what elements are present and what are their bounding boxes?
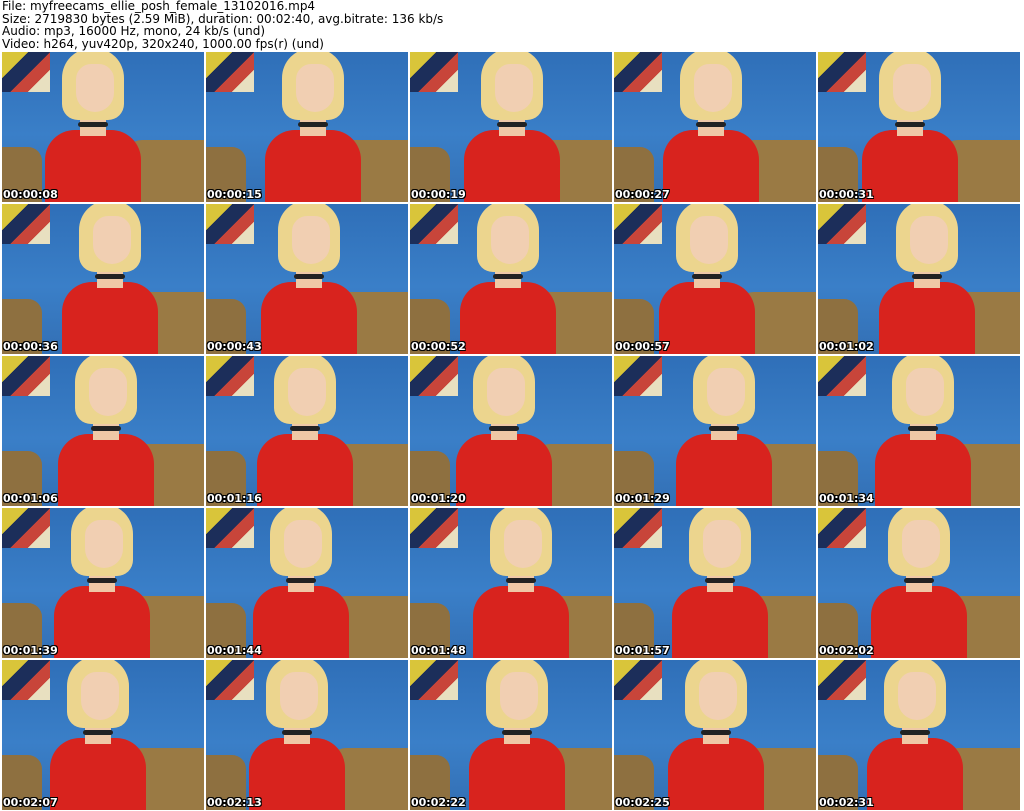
timestamp-label: 00:00:08 — [3, 188, 58, 201]
video-thumbnail[interactable]: 00:01:34 — [818, 356, 1020, 506]
video-thumbnail[interactable]: 00:01:29 — [614, 356, 816, 506]
video-thumbnail[interactable]: 00:02:25 — [614, 660, 816, 810]
timestamp-label: 00:02:22 — [411, 796, 466, 809]
person — [416, 660, 612, 810]
video-info: Video: h264, yuv420p, 320x240, 1000.00 f… — [2, 36, 324, 51]
person — [9, 204, 204, 354]
timestamp-label: 00:01:34 — [819, 492, 874, 505]
video-thumbnail[interactable]: 00:02:31 — [818, 660, 1020, 810]
video-thumbnail[interactable]: 00:00:52 — [410, 204, 612, 354]
timestamp-label: 00:01:57 — [615, 644, 670, 657]
person — [5, 356, 204, 506]
audio-info: Audio: mp3, 16000 Hz, mono, 24 kb/s (und… — [2, 24, 266, 38]
video-thumbnail[interactable]: 00:01:48 — [410, 508, 612, 658]
person — [411, 52, 612, 202]
thumbnail-grid: 00:00:08 00:00:15 00:00:19 00:00:27 00:00:31… — [2, 52, 1020, 810]
person — [623, 356, 816, 506]
video-thumbnail[interactable]: 00:00:27 — [614, 52, 816, 202]
video-thumbnail[interactable]: 00:01:16 — [206, 356, 408, 506]
video-thumbnail[interactable]: 00:00:31 — [818, 52, 1020, 202]
person — [822, 356, 1020, 506]
person — [614, 204, 808, 354]
video-thumbnail[interactable]: 00:00:43 — [206, 204, 408, 354]
timestamp-label: 00:01:02 — [819, 340, 874, 353]
video-thumbnail[interactable]: 00:01:20 — [410, 356, 612, 506]
timestamp-label: 00:02:25 — [615, 796, 670, 809]
person — [818, 508, 1020, 658]
timestamp-label: 00:02:31 — [819, 796, 874, 809]
timestamp-label: 00:00:31 — [819, 188, 874, 201]
timestamp-label: 00:00:52 — [411, 340, 466, 353]
timestamp-label: 00:00:27 — [615, 188, 670, 201]
video-thumbnail[interactable]: 00:01:06 — [2, 356, 204, 506]
video-thumbnail[interactable]: 00:02:13 — [206, 660, 408, 810]
person — [212, 52, 408, 202]
timestamp-label: 00:02:02 — [819, 644, 874, 657]
timestamp-label: 00:00:57 — [615, 340, 670, 353]
person — [410, 204, 609, 354]
video-thumbnail[interactable]: 00:01:02 — [818, 204, 1020, 354]
video-thumbnail[interactable]: 00:02:02 — [818, 508, 1020, 658]
timestamp-label: 00:02:13 — [207, 796, 262, 809]
person — [420, 508, 612, 658]
video-thumbnail[interactable]: 00:02:22 — [410, 660, 612, 810]
person — [818, 660, 1016, 810]
video-thumbnail[interactable]: 00:02:07 — [2, 660, 204, 810]
file-info-header: File: myfreecams_ellie_posh_female_13102… — [2, 0, 443, 50]
video-thumbnail[interactable]: 00:01:44 — [206, 508, 408, 658]
video-thumbnail[interactable]: 00:01:39 — [2, 508, 204, 658]
person — [206, 508, 402, 658]
video-thumbnail[interactable]: 00:00:19 — [410, 52, 612, 202]
person — [2, 52, 194, 202]
timestamp-label: 00:02:07 — [3, 796, 58, 809]
video-thumbnail[interactable]: 00:01:57 — [614, 508, 816, 658]
timestamp-label: 00:01:48 — [411, 644, 466, 657]
timestamp-label: 00:00:43 — [207, 340, 262, 353]
timestamp-label: 00:00:15 — [207, 188, 262, 201]
video-thumbnail[interactable]: 00:00:57 — [614, 204, 816, 354]
timestamp-label: 00:01:20 — [411, 492, 466, 505]
person — [410, 356, 605, 506]
timestamp-label: 00:00:36 — [3, 340, 58, 353]
video-thumbnail[interactable]: 00:00:36 — [2, 204, 204, 354]
person — [615, 660, 816, 810]
timestamp-label: 00:01:06 — [3, 492, 58, 505]
timestamp-label: 00:01:39 — [3, 644, 58, 657]
timestamp-label: 00:01:29 — [615, 492, 670, 505]
timestamp-label: 00:01:16 — [207, 492, 262, 505]
person — [614, 52, 812, 202]
video-thumbnail[interactable]: 00:00:08 — [2, 52, 204, 202]
person — [826, 204, 1020, 354]
file-name: File: myfreecams_ellie_posh_female_13102… — [2, 0, 316, 13]
person — [619, 508, 816, 658]
person — [2, 508, 203, 658]
person — [818, 52, 1011, 202]
person — [206, 356, 406, 506]
timestamp-label: 00:01:44 — [207, 644, 262, 657]
person — [206, 660, 398, 810]
person — [2, 660, 199, 810]
timestamp-label: 00:00:19 — [411, 188, 466, 201]
video-thumbnail[interactable]: 00:00:15 — [206, 52, 408, 202]
person — [208, 204, 408, 354]
